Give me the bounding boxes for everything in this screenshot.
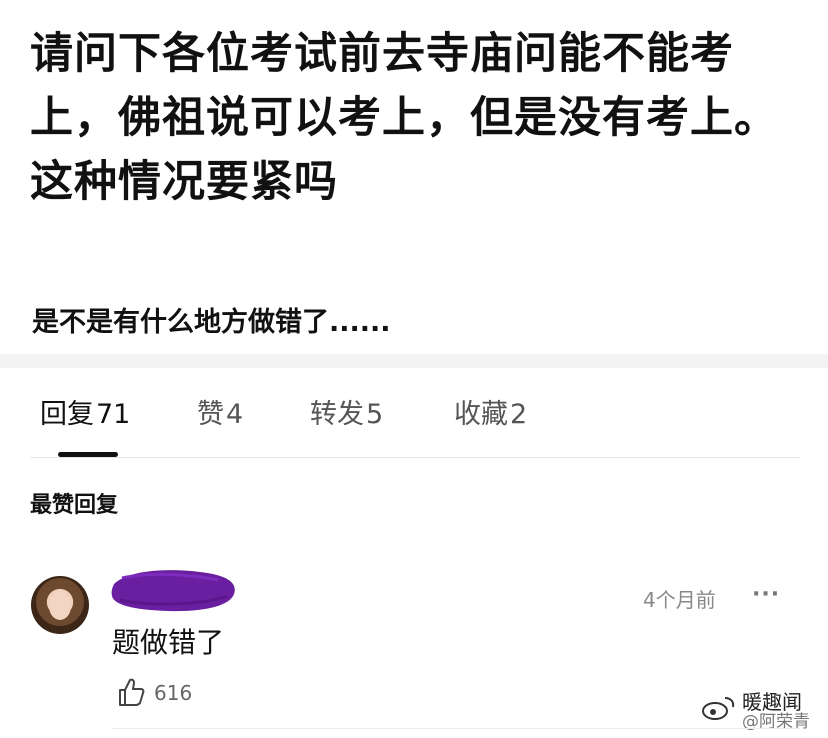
tab-favorites[interactable]: 收藏2 bbox=[454, 392, 527, 431]
tab-replies-count: 71 bbox=[96, 399, 131, 430]
like-count: 616 bbox=[154, 681, 193, 705]
tabs-divider bbox=[30, 457, 800, 458]
more-options-icon[interactable]: ··· bbox=[752, 582, 780, 607]
username-redaction bbox=[111, 570, 235, 612]
avatar-face bbox=[49, 592, 71, 620]
tab-likes-label: 赞 bbox=[197, 399, 224, 430]
section-title: 最赞回复 bbox=[30, 493, 119, 518]
avatar[interactable] bbox=[31, 576, 89, 634]
tab-likes[interactable]: 赞4 bbox=[197, 392, 243, 431]
tab-reposts-count: 5 bbox=[366, 399, 384, 430]
post-body: 是不是有什么地方做错了...... bbox=[32, 307, 391, 338]
weibo-logo-icon bbox=[702, 697, 735, 720]
post-title: 请问下各位考试前去寺庙问能不能考上，佛祖说可以考上，但是没有考上。这种情况要紧吗 bbox=[30, 29, 778, 207]
tab-favorites-count: 2 bbox=[510, 399, 528, 430]
tab-reposts[interactable]: 转发5 bbox=[310, 392, 383, 431]
tab-reposts-label: 转发 bbox=[310, 399, 364, 430]
comment-text: 题做错了 bbox=[112, 626, 225, 659]
watermark-handle: @阿荣青 bbox=[742, 712, 810, 732]
comment-time: 4个月前 bbox=[643, 588, 716, 612]
section-separator bbox=[0, 354, 828, 368]
tab-replies-label: 回复 bbox=[40, 399, 94, 430]
bottom-divider bbox=[112, 728, 800, 729]
tab-replies[interactable]: 回复71 bbox=[40, 392, 130, 431]
tab-likes-count: 4 bbox=[226, 399, 244, 430]
thumbs-up-icon[interactable] bbox=[117, 677, 145, 707]
tab-favorites-label: 收藏 bbox=[454, 399, 508, 430]
